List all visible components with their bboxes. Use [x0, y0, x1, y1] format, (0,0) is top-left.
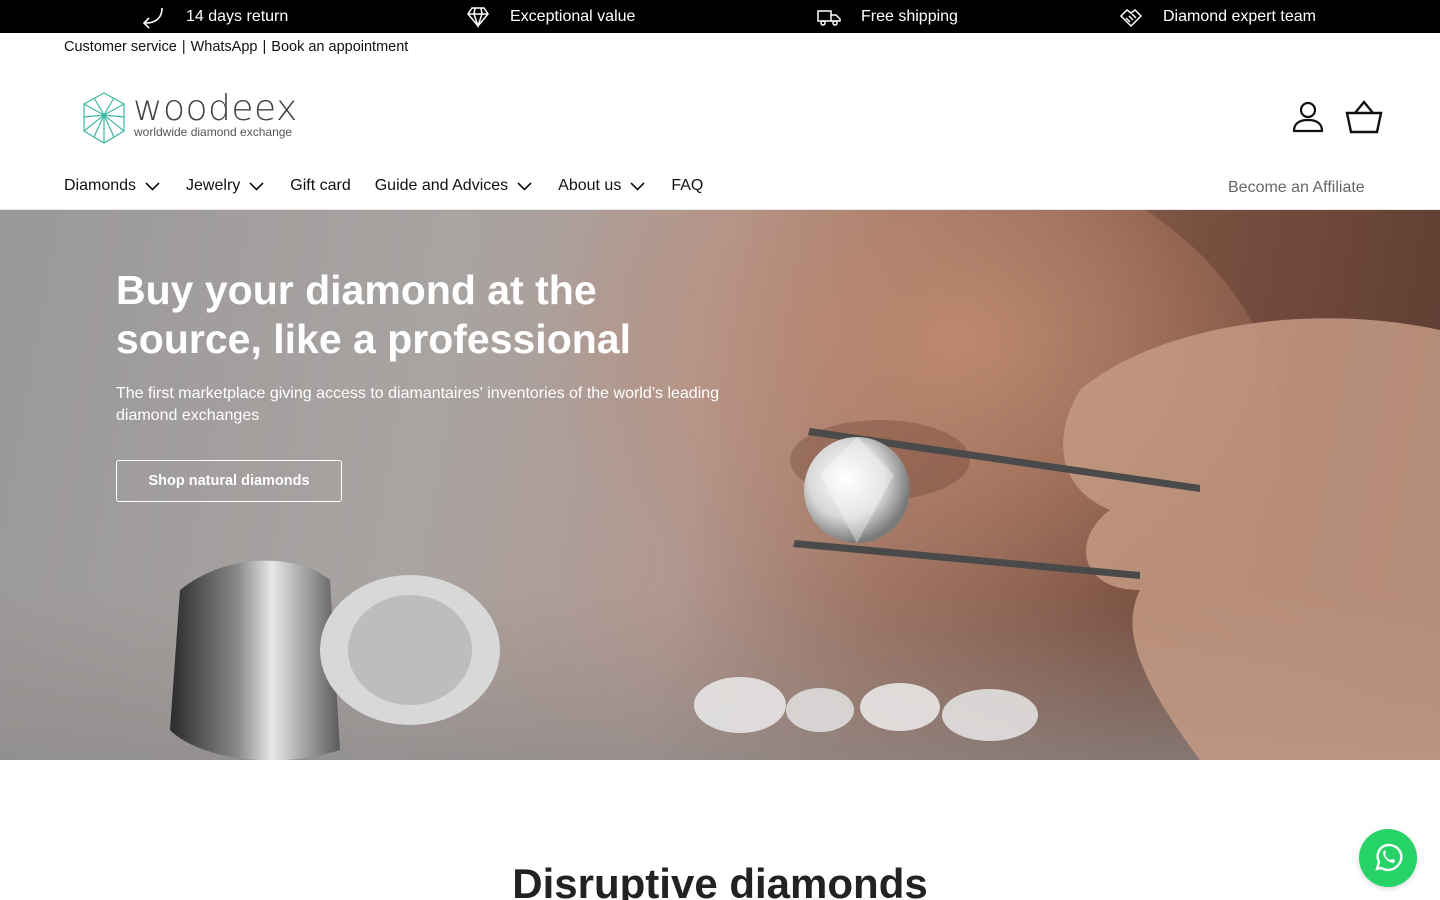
site-logo[interactable]: woodeex worldwide diamond exchange	[80, 88, 310, 146]
nav-item-label: FAQ	[671, 177, 704, 194]
customer-service-link[interactable]: Customer service	[64, 39, 177, 55]
whatsapp-icon	[1375, 843, 1403, 872]
section-title: Disruptive diamonds	[512, 860, 928, 900]
hero-title: Buy your diamond at the source, like a p…	[116, 267, 631, 362]
chevron-down-icon	[630, 181, 645, 191]
become-affiliate-link[interactable]: Become an Affiliate	[1228, 179, 1365, 197]
usp-return: 14 days return	[142, 0, 288, 33]
usp-label: Diamond expert team	[1163, 7, 1316, 25]
chevron-down-icon	[145, 181, 160, 191]
usp-value: Exceptional value	[466, 0, 635, 33]
return-arrow-icon	[142, 7, 163, 29]
nav-item-faq[interactable]: FAQ	[671, 177, 703, 195]
utility-separator: |	[262, 39, 267, 55]
utility-separator: |	[181, 39, 186, 55]
nav-item-label: Guide and Advices	[374, 177, 509, 194]
logo-wordmark: woodeex	[133, 88, 298, 129]
nav-item-label: Gift card	[290, 177, 351, 194]
nav-item-guide[interactable]: Guide and Advices	[375, 177, 532, 195]
usp-label: 14 days return	[186, 7, 289, 25]
chevron-down-icon	[517, 181, 532, 191]
cart-button[interactable]	[1344, 99, 1384, 135]
nav-item-jewelry[interactable]: Jewelry	[186, 177, 264, 195]
nav-item-label: Diamonds	[64, 177, 137, 194]
basket-icon	[1345, 100, 1383, 134]
whatsapp-chat-button[interactable]	[1359, 829, 1417, 887]
chevron-down-icon	[249, 181, 264, 191]
nav-item-label: Jewelry	[186, 177, 241, 194]
account-button[interactable]	[1290, 99, 1326, 135]
usp-label: Exceptional value	[510, 7, 636, 25]
nav-item-about[interactable]: About us	[558, 177, 645, 195]
nav-item-label: About us	[558, 177, 622, 194]
announcement-bar: 14 days return Exceptional value Free sh…	[0, 0, 1440, 33]
utility-links: Customer service | WhatsApp | Book an ap…	[64, 39, 408, 55]
account-icon	[1292, 101, 1324, 133]
usp-shipping: Free shipping	[817, 0, 958, 33]
shop-natural-diamonds-button[interactable]: Shop natural diamonds	[116, 460, 342, 502]
logo-tagline: worldwide diamond exchange	[134, 125, 293, 139]
hero-subtitle: The first marketplace giving access to d…	[116, 385, 720, 424]
book-appointment-link[interactable]: Book an appointment	[271, 39, 408, 55]
diamond-icon	[467, 6, 489, 28]
nav-item-diamonds[interactable]: Diamonds	[64, 177, 160, 195]
usp-label: Free shipping	[861, 7, 958, 25]
nav-item-gift-card[interactable]: Gift card	[290, 177, 350, 195]
main-nav: Diamonds Jewelry Gift card Guide and Adv…	[64, 177, 727, 195]
hero-banner: Buy your diamond at the source, like a p…	[0, 210, 1440, 760]
whatsapp-link[interactable]: WhatsApp	[191, 39, 258, 55]
logo-diamond-icon	[83, 92, 125, 144]
usp-experts: Diamond expert team	[1119, 0, 1316, 33]
handshake-icon	[1119, 8, 1143, 27]
truck-icon	[817, 9, 841, 26]
